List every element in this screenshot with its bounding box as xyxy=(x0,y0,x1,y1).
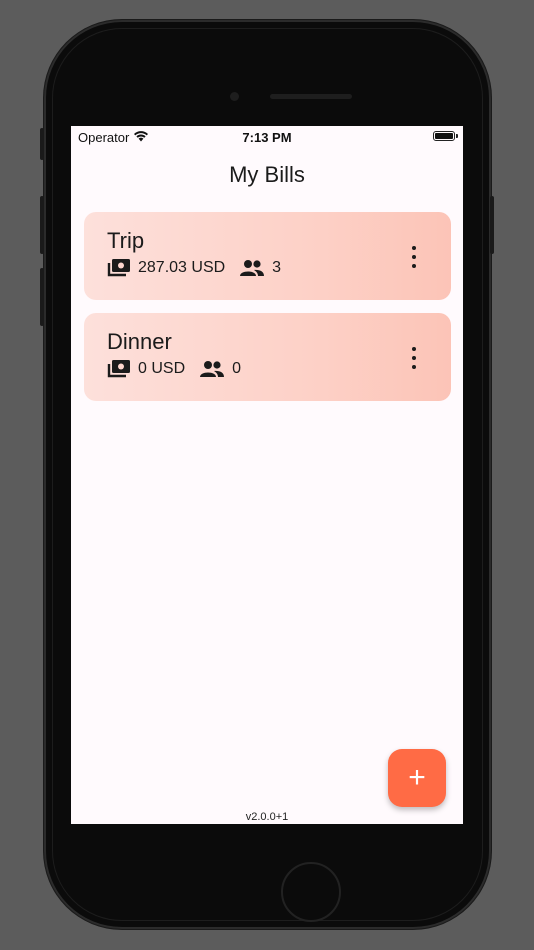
money-icon xyxy=(107,258,131,278)
page-title: My Bills xyxy=(229,162,305,187)
bill-amount: 287.03 USD xyxy=(138,259,226,276)
bill-card-dinner[interactable]: Dinner 0 USD 0 xyxy=(84,313,451,401)
bill-name: Dinner xyxy=(107,329,172,354)
earpiece-speaker xyxy=(270,94,352,99)
bill-card-trip[interactable]: Trip 287.03 USD 3 xyxy=(84,212,451,300)
bill-people-count: 0 xyxy=(232,360,242,377)
bill-amount: 0 USD xyxy=(138,360,186,377)
mute-switch xyxy=(40,128,44,160)
app-screen: Operator 7:13 PM My Bills Trip 287.03 US… xyxy=(71,126,463,824)
bill-people-count: 3 xyxy=(272,259,282,276)
money-icon xyxy=(107,359,131,379)
add-bill-button[interactable]: + xyxy=(388,749,446,807)
status-time: 7:13 PM xyxy=(242,130,292,145)
battery-icon xyxy=(433,131,455,141)
battery-cap xyxy=(456,134,458,138)
home-button[interactable] xyxy=(281,862,341,922)
more-options-icon[interactable] xyxy=(409,246,419,268)
volume-down-button xyxy=(40,268,44,326)
front-camera xyxy=(230,92,239,101)
bill-name: Trip xyxy=(107,228,145,253)
status-bar: Operator 7:13 PM xyxy=(71,126,463,148)
add-icon: + xyxy=(408,761,426,794)
bill-meta: 0 USD 0 xyxy=(107,359,241,379)
bill-meta: 287.03 USD 3 xyxy=(107,258,281,278)
power-button xyxy=(490,196,494,254)
people-icon xyxy=(199,360,225,378)
volume-up-button xyxy=(40,196,44,254)
people-icon xyxy=(239,259,265,277)
app-version: v2.0.0+1 xyxy=(245,811,289,823)
more-options-icon[interactable] xyxy=(409,347,419,369)
